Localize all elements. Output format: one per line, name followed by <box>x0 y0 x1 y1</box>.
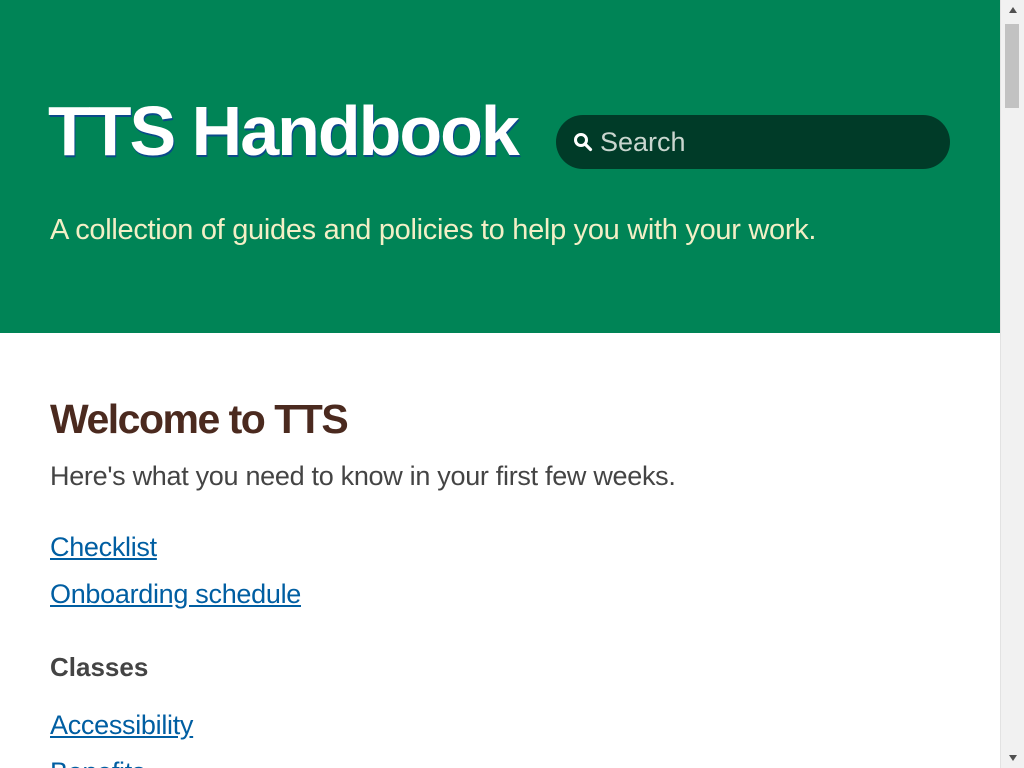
intro-text: Here's what you need to know in your fir… <box>50 461 676 491</box>
list-item: Benefits <box>50 751 950 768</box>
classes-heading: Classes <box>50 652 149 682</box>
search-box[interactable] <box>556 115 950 169</box>
site-title[interactable]: TTS Handbook <box>48 96 520 166</box>
main-content: Welcome to TTS Here's what you need to k… <box>50 394 950 768</box>
welcome-heading: Welcome to TTS <box>50 396 349 442</box>
onboarding-schedule-link[interactable]: Onboarding schedule <box>50 579 301 609</box>
vertical-scrollbar[interactable] <box>1000 0 1024 768</box>
scrollbar-thumb[interactable] <box>1005 24 1019 108</box>
list-item: Onboarding schedule <box>50 573 950 620</box>
classes-links: Accessibility Benefits <box>50 704 950 768</box>
checklist-link[interactable]: Checklist <box>50 532 157 562</box>
site-tagline: A collection of guides and policies to h… <box>50 214 817 246</box>
accessibility-link[interactable]: Accessibility <box>50 710 193 740</box>
welcome-links: Checklist Onboarding schedule <box>50 526 950 620</box>
list-item: Checklist <box>50 526 950 573</box>
site-header: TTS Handbook A collection of guides and … <box>0 0 1000 333</box>
list-item: Accessibility <box>50 704 950 751</box>
chevron-up-icon[interactable] <box>1001 0 1024 20</box>
page-viewport: TTS Handbook A collection of guides and … <box>0 0 1000 768</box>
search-icon <box>572 131 594 153</box>
chevron-down-icon[interactable] <box>1001 748 1024 768</box>
benefits-link[interactable]: Benefits <box>50 757 145 768</box>
search-input[interactable] <box>600 122 920 162</box>
